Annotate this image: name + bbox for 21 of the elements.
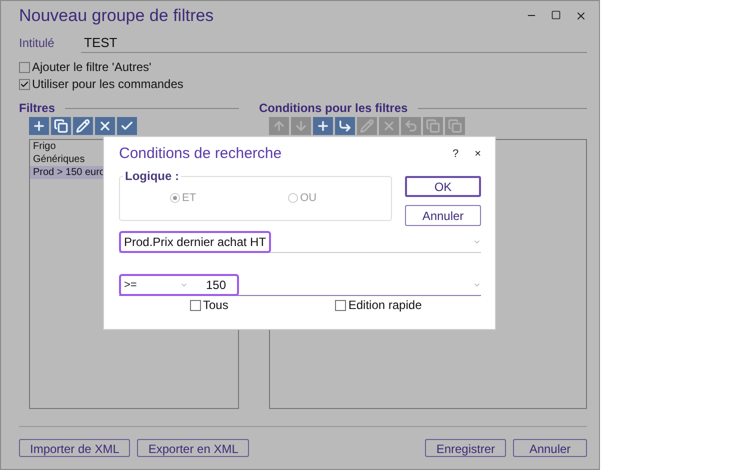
dialog-title: Conditions de recherche — [119, 145, 283, 162]
title-field[interactable]: TEST — [81, 33, 587, 53]
option-checkbox[interactable]: Utiliser pour les commandes — [19, 77, 587, 91]
option-checkbox[interactable]: Edition rapide — [335, 298, 422, 312]
option-checkbox[interactable]: Tous — [190, 298, 228, 312]
field-label: Intitulé — [19, 36, 56, 50]
import-export-button[interactable]: Importer de XML — [19, 439, 130, 457]
close-button[interactable]: × — [474, 148, 481, 160]
section-heading: Filtres — [19, 101, 56, 115]
footer-button[interactable]: Enregistrer — [425, 439, 506, 457]
operator-value-field[interactable]: >= 150 — [119, 274, 240, 296]
help-button[interactable]: ? — [452, 148, 459, 160]
section-heading: Conditions pour les filtres — [259, 101, 408, 115]
field-select[interactable]: Prod.Prix dernier achat HT — [119, 231, 272, 253]
import-export-button[interactable]: Exporter en XML — [137, 439, 250, 457]
footer-button[interactable]: Annuler — [513, 439, 587, 457]
option-checkbox[interactable]: Ajouter le filtre 'Autres' — [19, 60, 587, 74]
window-title: Nouveau groupe de filtres — [19, 6, 215, 26]
dialog-button[interactable]: OK — [405, 176, 481, 197]
group-legend: Logique : — [123, 169, 181, 183]
dialog-button[interactable]: Annuler — [405, 205, 481, 226]
